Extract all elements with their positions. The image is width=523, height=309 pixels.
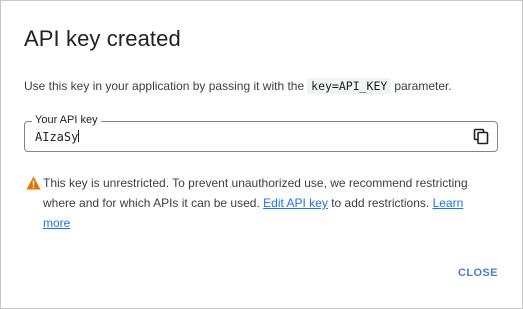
- api-key-input[interactable]: AIzaSy: [35, 130, 455, 144]
- api-key-value: AIzaSy: [35, 130, 79, 144]
- dialog-description: Use this key in your application by pass…: [24, 78, 452, 94]
- api-key-dialog: API key created Use this key in your app…: [0, 0, 523, 309]
- close-button[interactable]: CLOSE: [453, 265, 503, 281]
- api-key-field-label: Your API key: [32, 113, 101, 127]
- dialog-title: API key created: [24, 26, 181, 51]
- text-cursor: [78, 130, 80, 142]
- key-param-code: key=API_KEY: [307, 78, 392, 94]
- description-text-end: parameter.: [394, 79, 452, 93]
- edit-api-key-link[interactable]: Edit API key: [263, 196, 328, 210]
- warning-text-suffix: to add restrictions.: [331, 196, 430, 210]
- copy-icon[interactable]: [473, 128, 489, 145]
- warning-message: This key is unrestricted. To prevent una…: [43, 173, 483, 233]
- warning-icon: [26, 176, 41, 190]
- description-text-start: Use this key in your application by pass…: [24, 79, 305, 93]
- api-key-field[interactable]: Your API key AIzaSy: [24, 113, 498, 152]
